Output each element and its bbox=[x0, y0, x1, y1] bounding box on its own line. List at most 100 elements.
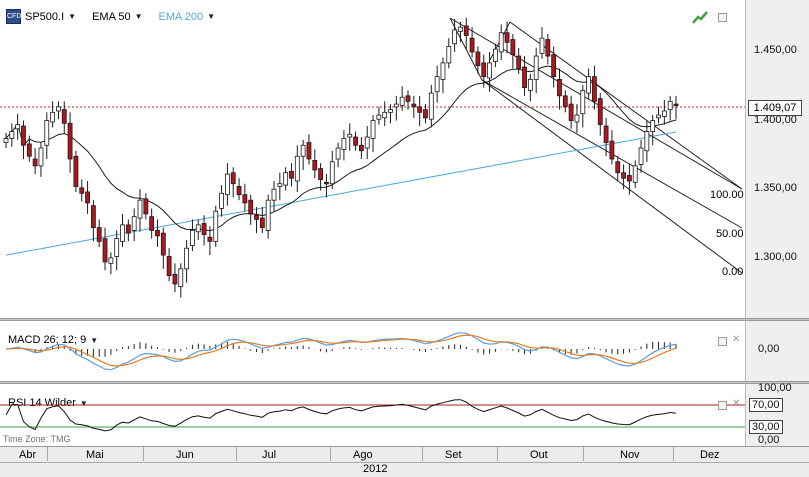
candle[interactable] bbox=[213, 210, 219, 242]
price-axis[interactable]: 1.450,00 1.400,00 1.350,00 1.300,00 bbox=[745, 0, 809, 318]
candle[interactable] bbox=[545, 39, 551, 57]
candle[interactable] bbox=[504, 32, 510, 43]
candle[interactable] bbox=[50, 111, 56, 123]
macd-close-icon[interactable]: ✕ bbox=[732, 334, 740, 345]
candle[interactable] bbox=[149, 216, 155, 231]
candle[interactable] bbox=[463, 25, 469, 36]
rsi-line[interactable] bbox=[5, 399, 677, 432]
candle[interactable] bbox=[417, 106, 423, 113]
candle[interactable] bbox=[190, 229, 195, 246]
candle[interactable] bbox=[603, 125, 609, 143]
candle[interactable] bbox=[632, 165, 638, 183]
candle[interactable] bbox=[125, 224, 131, 234]
candle[interactable] bbox=[248, 199, 254, 215]
candle[interactable] bbox=[527, 78, 533, 91]
candle[interactable] bbox=[516, 55, 522, 69]
rsi-maximize-icon[interactable] bbox=[718, 401, 727, 410]
candle[interactable] bbox=[423, 109, 428, 119]
price-chart[interactable]: 100.00 50.00 0.00 bbox=[0, 0, 745, 318]
macd-signal-line[interactable] bbox=[5, 334, 677, 367]
ema200-line[interactable] bbox=[5, 131, 677, 256]
candle[interactable] bbox=[108, 257, 114, 264]
candle[interactable] bbox=[38, 147, 44, 167]
candle[interactable] bbox=[207, 236, 213, 242]
candle[interactable] bbox=[73, 155, 79, 187]
candle[interactable] bbox=[452, 29, 458, 45]
candle[interactable] bbox=[481, 62, 487, 78]
candle[interactable] bbox=[324, 181, 329, 185]
candle[interactable] bbox=[650, 120, 656, 132]
candle[interactable] bbox=[597, 98, 603, 126]
candle[interactable] bbox=[673, 103, 679, 106]
candle[interactable] bbox=[242, 194, 248, 204]
candle[interactable] bbox=[271, 188, 277, 201]
candle[interactable] bbox=[615, 161, 621, 174]
candle[interactable] bbox=[644, 131, 650, 152]
candle[interactable] bbox=[376, 114, 382, 120]
candle[interactable] bbox=[475, 51, 481, 67]
candle[interactable] bbox=[312, 159, 318, 171]
channel-line-bottom[interactable] bbox=[481, 79, 743, 274]
macd-pane[interactable]: MACD 26; 12; 9 ▼ ✕ bbox=[0, 321, 745, 381]
candle[interactable] bbox=[166, 256, 172, 277]
candle[interactable] bbox=[195, 224, 201, 233]
candle[interactable] bbox=[557, 78, 562, 97]
candle[interactable] bbox=[300, 144, 306, 157]
time-axis[interactable]: Abr Mai Jun Jul Ago Set Out Nov Dez 2012 bbox=[0, 446, 809, 477]
candle[interactable] bbox=[358, 144, 364, 152]
rsi-axis[interactable]: 100,00 70,00 30,00 0,00 bbox=[745, 382, 809, 446]
candle[interactable] bbox=[539, 37, 545, 54]
candle[interactable] bbox=[609, 140, 615, 160]
candle[interactable] bbox=[399, 96, 405, 106]
candle[interactable] bbox=[259, 217, 265, 229]
candle[interactable] bbox=[61, 109, 67, 124]
candle[interactable] bbox=[85, 191, 90, 204]
macd-axis[interactable]: 0,00 bbox=[745, 321, 809, 381]
candle[interactable] bbox=[656, 114, 661, 119]
candle[interactable] bbox=[393, 103, 399, 108]
candle[interactable] bbox=[551, 54, 557, 78]
candle[interactable] bbox=[568, 103, 574, 121]
candle[interactable] bbox=[638, 147, 644, 165]
rsi-chart[interactable] bbox=[0, 384, 745, 446]
candle[interactable] bbox=[487, 62, 492, 79]
candle[interactable] bbox=[283, 172, 289, 186]
candle[interactable] bbox=[335, 147, 341, 160]
candle[interactable] bbox=[219, 192, 224, 209]
candle[interactable] bbox=[341, 138, 347, 150]
candle[interactable] bbox=[143, 198, 149, 215]
candle[interactable] bbox=[67, 122, 73, 160]
candle[interactable] bbox=[15, 124, 21, 130]
candle[interactable] bbox=[498, 32, 504, 53]
candle[interactable] bbox=[661, 110, 667, 117]
candle[interactable] bbox=[160, 232, 166, 256]
candle[interactable] bbox=[131, 216, 137, 231]
candle[interactable] bbox=[382, 111, 388, 119]
candle[interactable] bbox=[522, 66, 527, 89]
candle[interactable] bbox=[294, 155, 300, 182]
candle[interactable] bbox=[353, 136, 358, 146]
candle[interactable] bbox=[3, 138, 9, 143]
candle[interactable] bbox=[79, 187, 85, 194]
candle[interactable] bbox=[184, 247, 190, 270]
candle[interactable] bbox=[405, 95, 411, 102]
candle[interactable] bbox=[236, 186, 242, 196]
macd-maximize-icon[interactable] bbox=[718, 337, 727, 346]
candle[interactable] bbox=[96, 227, 102, 242]
candle[interactable] bbox=[9, 131, 15, 139]
candle[interactable] bbox=[562, 95, 568, 108]
candle[interactable] bbox=[26, 143, 32, 157]
ema50-line[interactable] bbox=[5, 65, 677, 232]
candle[interactable] bbox=[411, 103, 417, 108]
candle[interactable] bbox=[254, 214, 259, 220]
candle[interactable] bbox=[492, 48, 498, 62]
candle[interactable] bbox=[458, 26, 463, 32]
candle[interactable] bbox=[370, 120, 376, 139]
candle[interactable] bbox=[90, 205, 96, 229]
candle[interactable] bbox=[44, 120, 50, 146]
candle[interactable] bbox=[120, 224, 125, 242]
rsi-pane[interactable]: RSI 14 Wilder ▼ ✕ bbox=[0, 384, 745, 446]
candle[interactable] bbox=[56, 106, 61, 112]
candle[interactable] bbox=[277, 183, 283, 187]
candle[interactable] bbox=[388, 109, 393, 113]
